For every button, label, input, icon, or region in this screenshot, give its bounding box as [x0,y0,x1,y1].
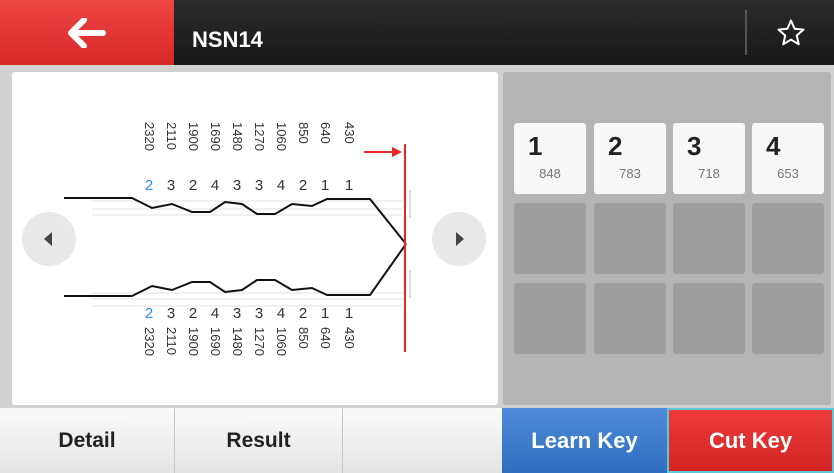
cut-number: 3 [687,131,702,161]
arrow-left-icon [68,17,106,48]
cut-number-bottom: 3 [167,305,175,322]
triangle-left-icon [44,232,52,246]
favorite-button[interactable] [748,0,834,65]
triangle-right-icon [456,232,464,246]
cut-number-bottom: 3 [255,305,263,322]
depth-label: 1900 [186,122,201,151]
depth-label: 1480 [230,122,245,151]
cut-cell[interactable]: 1 848 [514,123,586,194]
bottom-bar: Detail Result Learn Key Cut Key [0,408,834,473]
depth-label: 1690 [208,122,223,151]
empty-cell[interactable] [594,203,666,274]
empty-cell[interactable] [673,203,745,274]
page-title: NSN14 [192,27,263,53]
cut-cell[interactable]: 3 718 [673,123,745,194]
cut-number-bottom: 2 [299,305,307,322]
cut-number-bottom: 1 [345,305,353,322]
result-button[interactable]: Result [175,408,343,473]
cut-number-top: 2 [189,177,197,194]
depth-label: 1900 [186,327,201,356]
detail-button[interactable]: Detail [0,408,175,473]
cut-value: 653 [777,166,799,181]
depth-label: 430 [342,327,357,349]
cut-marker-arrowhead [392,147,402,157]
cut-key-button[interactable]: Cut Key [667,408,834,473]
key-profile-bottom [64,243,407,297]
depth-label: 2110 [164,327,179,355]
cut-number-top: 1 [345,177,353,194]
top-bar: NSN14 [0,0,834,65]
cut-number-bottom: 3 [233,305,241,322]
cut-number-top: 3 [233,177,241,194]
learn-key-button[interactable]: Learn Key [502,408,667,473]
empty-cell[interactable] [594,283,666,354]
key-profile-top [64,197,407,245]
prev-button[interactable] [22,212,76,266]
depth-label: 2320 [142,327,157,356]
cut-number-top: 3 [167,177,175,194]
empty-cell[interactable] [752,203,824,274]
depth-label: 1270 [252,122,267,151]
empty-cell[interactable] [514,283,586,354]
divider [745,10,747,55]
cut-number-top: 2 [145,177,153,194]
key-diagram-panel: 2320 2110 1900 1690 1480 1270 1060 850 640 430 232… [12,72,498,405]
empty-tab [343,408,502,473]
cut-cell[interactable]: 4 653 [752,123,824,194]
cut-number-top: 2 [299,177,307,194]
cut-number-bottom: 1 [321,305,329,322]
cut-number-top: 4 [277,177,285,194]
star-outline-icon [777,19,805,45]
depth-label: 1480 [230,327,245,356]
depth-label: 2110 [164,122,179,150]
cut-value: 783 [619,166,641,181]
cut-number: 4 [766,131,781,161]
empty-cell[interactable] [752,283,824,354]
empty-cell[interactable] [514,203,586,274]
depth-label: 2320 [142,122,157,151]
back-button[interactable] [0,0,174,65]
key-diagram: 2320 2110 1900 1690 1480 1270 1060 850 640 430232… [64,122,411,356]
cut-value: 848 [539,166,561,181]
cut-number-top: 1 [321,177,329,194]
depth-label: 640 [318,327,333,349]
cut-number-bottom: 4 [211,305,219,322]
depth-label: 1060 [274,122,289,151]
cut-value: 718 [698,166,720,181]
depth-label: 1060 [274,327,289,356]
cut-number-bottom: 4 [277,305,285,322]
cut-number-bottom: 2 [189,305,197,322]
depth-label: 430 [342,122,357,144]
depth-label: 1690 [208,327,223,356]
cut-number-top: 4 [211,177,219,194]
depth-label: 850 [296,122,311,144]
empty-cell[interactable] [673,283,745,354]
cut-number: 1 [528,131,543,161]
next-button[interactable] [432,212,486,266]
cut-number-top: 3 [255,177,263,194]
depth-label: 850 [296,327,311,349]
cut-position-panel: 1 848 2 783 3 718 4 653 [503,72,831,405]
cut-number-bottom: 2 [145,305,153,322]
depth-label: 640 [318,122,333,144]
cut-number: 2 [608,131,623,161]
depth-label: 1270 [252,327,267,356]
cut-cell[interactable]: 2 783 [594,123,666,194]
